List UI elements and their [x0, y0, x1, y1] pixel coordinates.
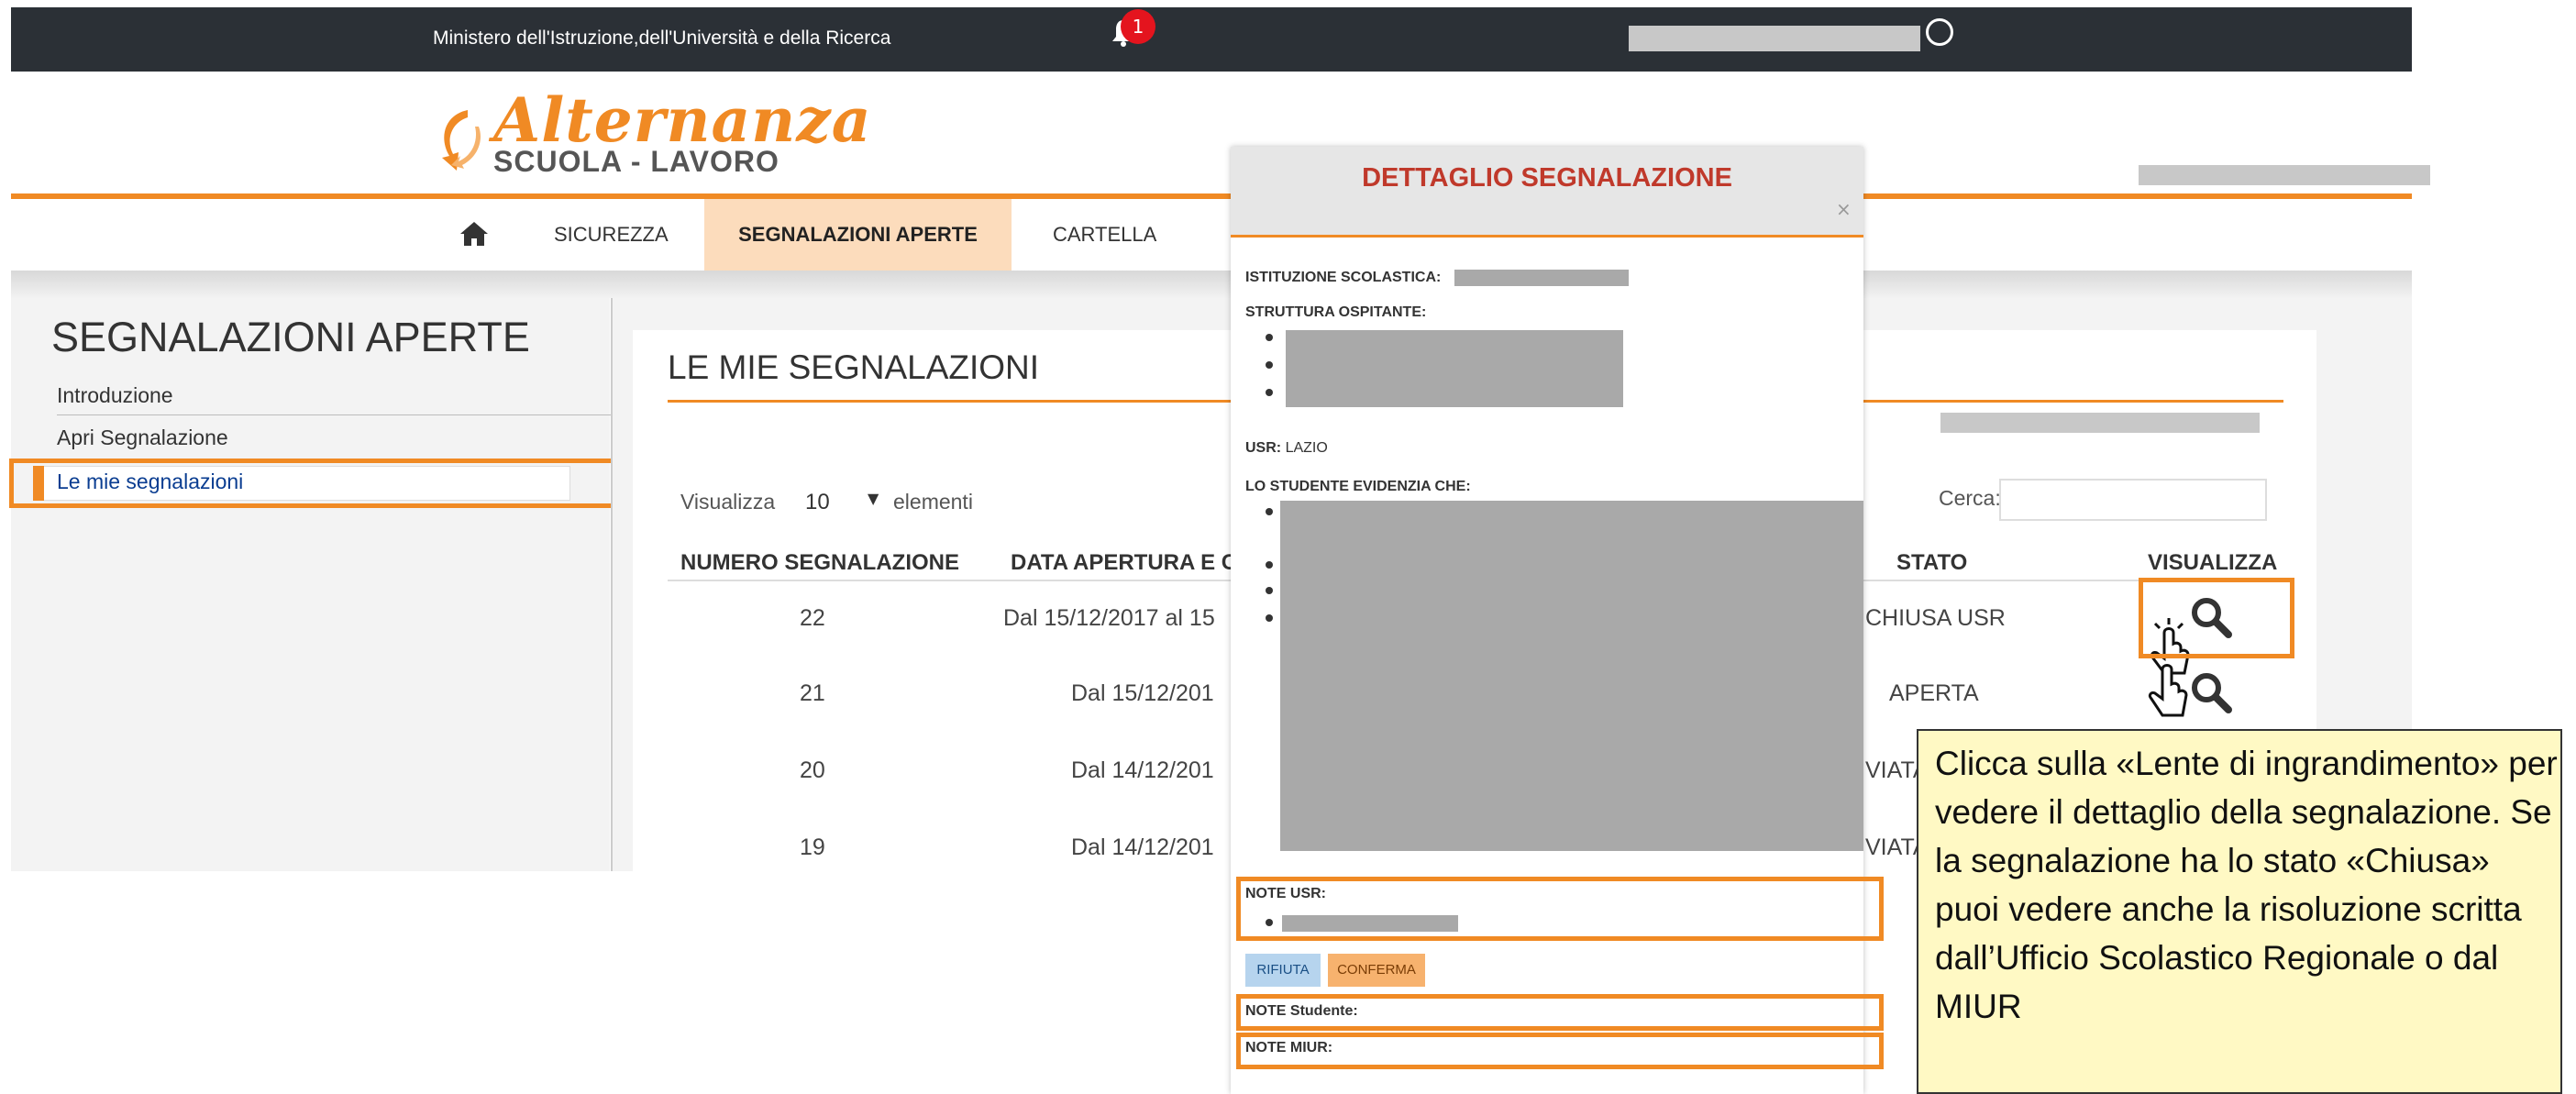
istituzione-value-redacted [1454, 270, 1629, 286]
row-3-data: Dal 14/12/201 [1071, 757, 1214, 783]
home-icon[interactable] [459, 220, 490, 248]
nav-shadow [11, 271, 2412, 298]
nav-cartella[interactable]: CARTELLA [1053, 199, 1156, 271]
highlight-box-magnifier [2139, 578, 2294, 658]
rifiuta-button[interactable]: RIFIUTA [1245, 954, 1321, 987]
usr-row: USR: LAZIO [1245, 440, 1328, 457]
note-studente-label: NOTE Studente: [1245, 1003, 1358, 1019]
note-usr-label: NOTE USR: [1245, 886, 1326, 901]
logo-subtitle: SCUOLA - LAVORO [493, 145, 779, 178]
sidebar-item-introduzione[interactable]: Introduzione [57, 383, 173, 408]
user-name-redacted [1629, 26, 1920, 51]
bullet [1266, 334, 1273, 341]
sidebar-item-apri-segnalazione[interactable]: Apri Segnalazione [57, 425, 228, 450]
bullet [1266, 919, 1273, 926]
top-bar: Ministero dell'Istruzione,dell'Universit… [11, 7, 2412, 72]
search-label: Cerca: [1939, 486, 2001, 510]
sidebar-separator [57, 414, 618, 415]
row-4-data: Dal 14/12/201 [1071, 834, 1214, 860]
studente-value-redacted [1280, 501, 1863, 851]
column-header-stato[interactable]: STATO [1896, 550, 1967, 576]
conferma-button[interactable]: CONFERMA [1328, 954, 1425, 987]
chevron-down-icon: ▼ [868, 490, 879, 507]
note-miur-box [1236, 1033, 1884, 1069]
bullet [1266, 587, 1273, 594]
column-header-data[interactable]: DATA APERTURA E CI [1011, 550, 1244, 576]
bullet [1266, 508, 1273, 515]
user-icon[interactable] [1926, 18, 1953, 46]
note-miur-label: NOTE MIUR: [1245, 1040, 1333, 1055]
logo-arrows-icon [442, 110, 481, 171]
header-divider [11, 193, 2412, 199]
usr-label: USR: [1245, 440, 1282, 456]
highlight-box-sidebar [9, 459, 618, 508]
column-header-visualizza[interactable]: VISUALIZZA [2148, 550, 2277, 576]
bullet [1266, 614, 1273, 622]
column-header-numero[interactable]: NUMERO SEGNALAZIONE [680, 550, 959, 576]
modal-title: DETTAGLIO SEGNALAZIONE [1362, 163, 1732, 193]
page-size-label: Visualizza [680, 490, 776, 514]
header-redacted-field [2139, 165, 2430, 185]
struttura-value-redacted [1286, 330, 1623, 407]
card-title: LE MIE SEGNALAZIONI [668, 348, 1040, 386]
row-3-numero: 20 [800, 757, 825, 783]
row-2-data: Dal 15/12/201 [1071, 680, 1214, 706]
bullet [1266, 389, 1273, 396]
modal-header-divider [1231, 235, 1863, 238]
page-size-suffix: elementi [893, 490, 973, 514]
row-2-numero: 21 [800, 680, 825, 706]
usr-value: LAZIO [1285, 440, 1328, 456]
bullet [1266, 361, 1273, 369]
row-4-numero: 19 [800, 834, 825, 860]
bullet [1266, 561, 1273, 569]
ministry-name: Ministero dell'Istruzione,dell'Universit… [433, 28, 891, 49]
page-title: SEGNALAZIONI APERTE [51, 314, 530, 360]
instruction-text: Clicca sulla «Lente di ingrandimento» pe… [1935, 745, 2558, 1025]
card-redacted-field [1940, 413, 2260, 433]
row-1-numero: 22 [800, 605, 825, 631]
studente-label: LO STUDENTE EVIDENZIA CHE: [1245, 479, 1471, 494]
note-usr-value-redacted [1282, 915, 1458, 932]
notification-badge: 1 [1121, 9, 1155, 44]
search-input[interactable] [1999, 479, 2267, 521]
row-2-stato: APERTA [1889, 680, 1979, 706]
nav-segnalazioni-aperte[interactable]: SEGNALAZIONI APERTE [704, 199, 1012, 271]
pointer-hand-icon [2148, 664, 2188, 717]
close-icon[interactable]: × [1836, 198, 1852, 220]
struttura-label: STRUTTURA OSPITANTE: [1245, 304, 1427, 320]
nav-sicurezza[interactable]: SICUREZZA [554, 199, 669, 271]
row-1-stato: CHIUSA USR [1865, 605, 2006, 631]
istituzione-label: ISTITUZIONE SCOLASTICA: [1245, 270, 1442, 285]
row-1-data: Dal 15/12/2017 al 15 [1003, 605, 1215, 631]
